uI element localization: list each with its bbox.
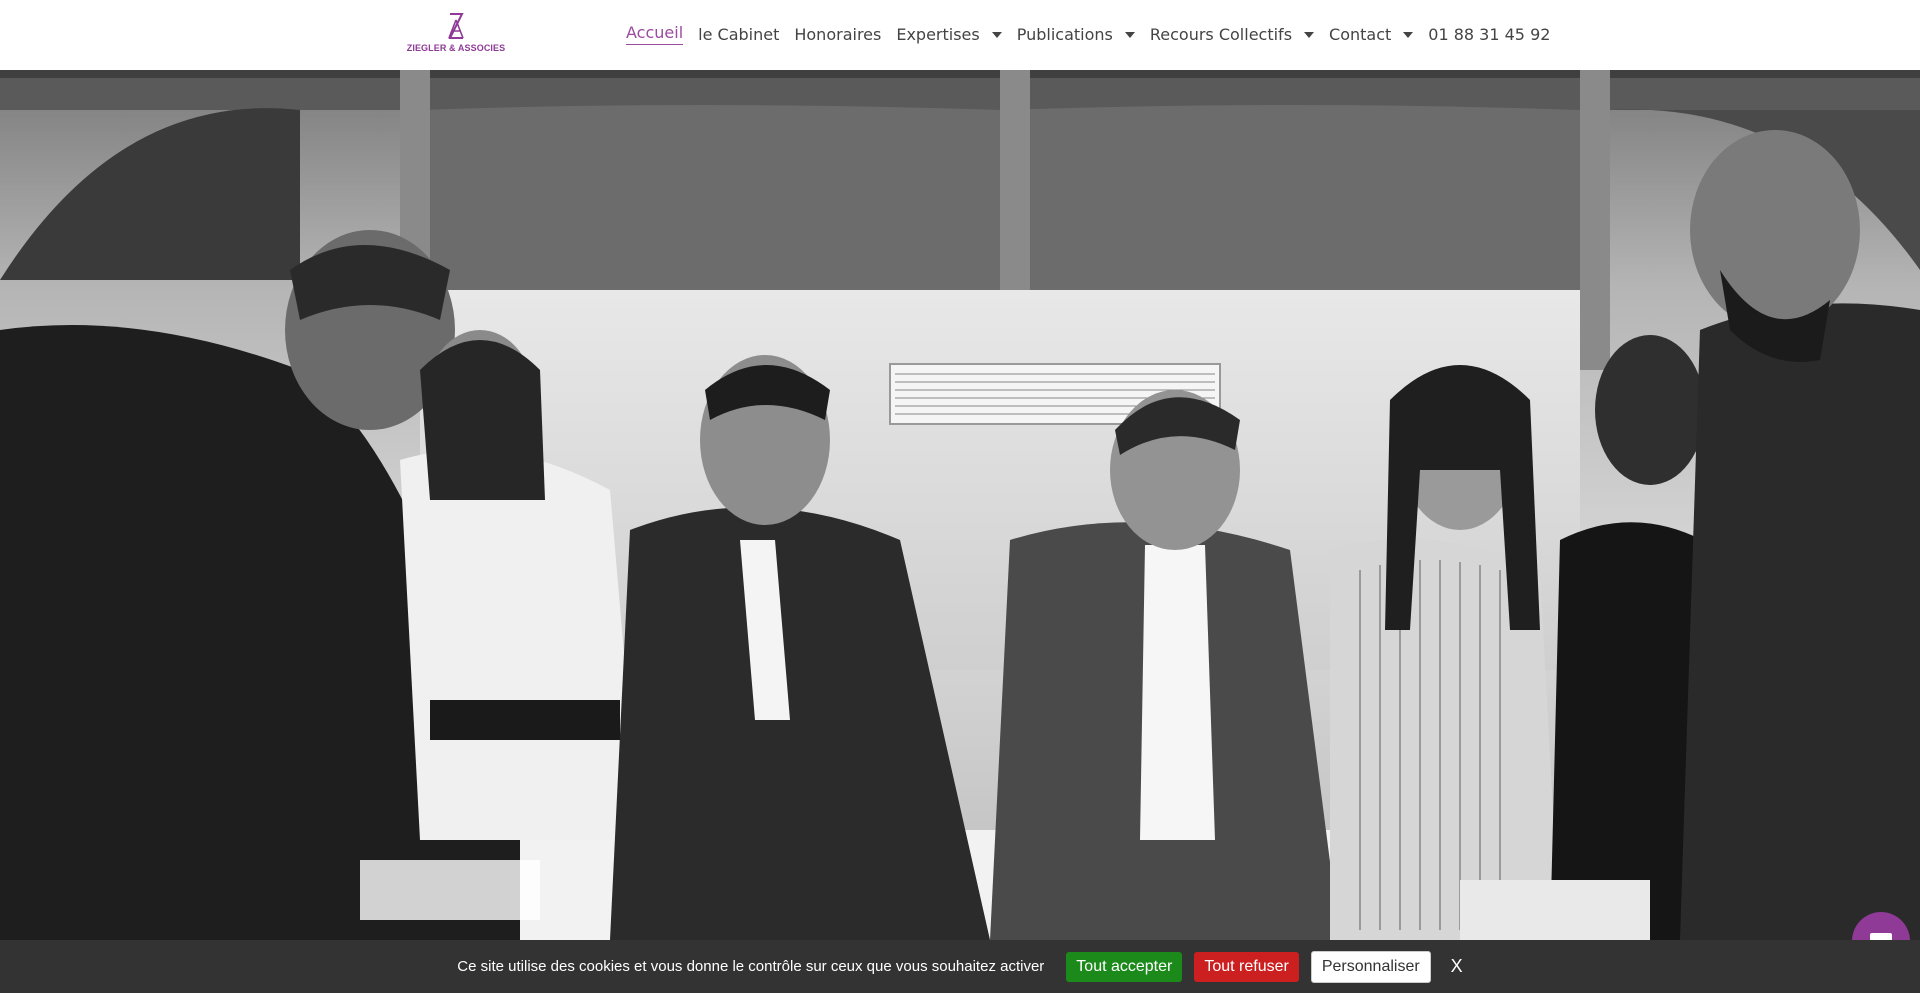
photo-icon: [0, 70, 1920, 940]
cookie-message: Ce site utilise des cookies et vous donn…: [457, 958, 1045, 975]
customize-button[interactable]: Personnaliser: [1310, 950, 1431, 983]
nav-item-le-cabinet[interactable]: le Cabinet: [698, 25, 779, 44]
nav-item-expertises[interactable]: Expertises: [896, 24, 1002, 44]
logo-mark-icon: [448, 13, 464, 39]
nav-item-accueil[interactable]: Accueil: [626, 23, 684, 45]
caret-down-icon: [1304, 32, 1315, 38]
nav-item-honoraires[interactable]: Honoraires: [794, 25, 881, 44]
cookie-banner: Ce site utilise des cookies et vous donn…: [0, 940, 1920, 993]
nav-item-label: Expertises: [896, 24, 980, 44]
accept-all-button[interactable]: Tout accepter: [1066, 951, 1183, 982]
caret-down-icon: [991, 32, 1002, 38]
deny-all-button[interactable]: Tout refuser: [1194, 951, 1299, 982]
nav-item-label: Publications: [1016, 24, 1113, 44]
nav-item-contact[interactable]: Contact: [1329, 24, 1414, 44]
site-header: ZIEGLER & ASSOCIES Accueil le Cabinet Ho…: [0, 0, 1920, 70]
hero-photo: [0, 70, 1920, 940]
caret-down-icon: [1124, 32, 1135, 38]
nav-item-label: Contact: [1329, 24, 1392, 44]
site-logo[interactable]: ZIEGLER & ASSOCIES: [396, 12, 516, 58]
close-icon[interactable]: X: [1451, 956, 1463, 977]
nav-item-publications[interactable]: Publications: [1017, 25, 1135, 44]
nav-item-recours-collectifs[interactable]: Recours Collectifs: [1149, 24, 1315, 44]
phone-link[interactable]: 01 88 31 45 92: [1428, 25, 1550, 44]
page: ZIEGLER & ASSOCIES Accueil le Cabinet Ho…: [0, 0, 1920, 993]
nav-item-label: Honoraires: [794, 24, 882, 44]
caret-down-icon: [1403, 32, 1414, 38]
nav-item-label: le Cabinet: [698, 24, 780, 44]
logo-text: ZIEGLER & ASSOCIES: [406, 43, 506, 53]
main-nav: Accueil le Cabinet Honoraires Expertises…: [626, 0, 1550, 68]
nav-item-label: Accueil: [626, 23, 684, 45]
nav-item-label: Recours Collectifs: [1149, 24, 1293, 44]
